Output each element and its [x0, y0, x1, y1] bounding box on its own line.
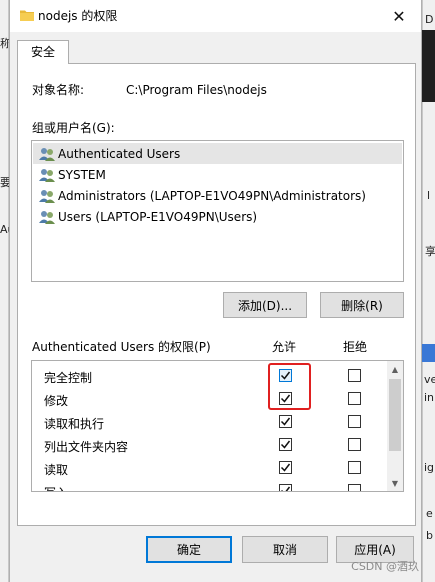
check-icon: [280, 417, 291, 426]
allow-checkbox[interactable]: [279, 438, 292, 451]
group-user-list[interactable]: Authenticated Users SYSTEM Administrator…: [31, 140, 404, 282]
permission-row: 读取和执行: [32, 411, 388, 434]
permission-name: 完全控制: [44, 371, 93, 385]
deny-checkbox[interactable]: [348, 461, 361, 474]
group-name: SYSTEM: [58, 167, 106, 182]
permission-name: 读取和执行: [44, 417, 105, 431]
permission-name: 修改: [44, 394, 69, 408]
bg-text-fragment: 享: [425, 245, 435, 258]
bg-text-fragment: D: [425, 13, 434, 26]
object-name-value: C:\Program Files\nodejs: [126, 83, 267, 97]
bg-text-fragment: b: [426, 529, 433, 542]
bg-text-fragment: e: [426, 507, 433, 520]
deny-checkbox[interactable]: [348, 484, 361, 491]
user-group-icon: [39, 189, 55, 203]
annotation-highlight: [268, 363, 311, 410]
check-icon: [280, 440, 291, 449]
bg-text-fragment: ve: [424, 373, 435, 386]
background-dark-panel: [422, 30, 435, 102]
list-item[interactable]: Administrators (LAPTOP-E1VO49PN\Administ…: [33, 185, 402, 206]
folder-icon: [20, 10, 34, 21]
window-title: nodejs 的权限: [38, 9, 118, 23]
allow-checkbox[interactable]: [279, 484, 292, 491]
permissions-label: Authenticated Users 的权限(P): [32, 340, 211, 354]
deny-checkbox[interactable]: [348, 369, 361, 382]
permission-row: 修改: [32, 388, 388, 411]
tab-security[interactable]: 安全: [17, 40, 69, 64]
permission-name: 列出文件夹内容: [44, 440, 129, 454]
list-item[interactable]: Users (LAPTOP-E1VO49PN\Users): [33, 206, 402, 227]
bg-text-fragment: ig: [424, 461, 435, 474]
background-window-left: 称 要 Au: [0, 0, 15, 582]
add-button[interactable]: 添加(D)...: [223, 292, 307, 318]
bg-text-fragment: l: [427, 189, 431, 202]
check-icon: [281, 486, 291, 491]
allow-checkbox[interactable]: [279, 461, 292, 474]
user-group-icon: [39, 210, 55, 224]
deny-header: 拒绝: [343, 340, 368, 354]
list-item[interactable]: Authenticated Users: [33, 143, 402, 164]
deny-checkbox[interactable]: [348, 438, 361, 451]
permission-row: 完全控制: [32, 365, 388, 388]
check-icon: [280, 463, 291, 472]
close-icon[interactable]: ✕: [377, 0, 421, 32]
group-name: Users (LAPTOP-E1VO49PN\Users): [58, 209, 258, 224]
scroll-up-icon[interactable]: ▲: [387, 361, 403, 377]
group-user-label: 组或用户名(G):: [32, 121, 115, 135]
ok-button[interactable]: 确定: [146, 536, 232, 563]
permission-name: 读取: [44, 463, 69, 477]
permissions-list[interactable]: 完全控制 修改 读取和执行 列出文件夹内容 读取 写入: [31, 360, 404, 492]
deny-checkbox[interactable]: [348, 392, 361, 405]
user-group-icon: [39, 168, 55, 182]
watermark: CSDN @酒玖: [351, 560, 419, 573]
object-name-label: 对象名称:: [32, 83, 85, 97]
permission-row: 写入: [32, 480, 388, 491]
permissions-scrollbar[interactable]: ▲ ▼: [387, 361, 403, 491]
permission-row: 读取: [32, 457, 388, 480]
scroll-down-icon[interactable]: ▼: [387, 475, 403, 491]
group-name: Administrators (LAPTOP-E1VO49PN\Administ…: [58, 188, 366, 203]
background-selection: [422, 344, 435, 362]
deny-checkbox[interactable]: [348, 415, 361, 428]
title-bar: nodejs 的权限 ✕: [10, 0, 421, 32]
permission-row: 列出文件夹内容: [32, 434, 388, 457]
cancel-button[interactable]: 取消: [242, 536, 328, 563]
allow-checkbox[interactable]: [279, 415, 292, 428]
permissions-dialog: nodejs 的权限 ✕ 安全 对象名称: C:\Program Files\n…: [9, 0, 422, 582]
group-name: Authenticated Users: [58, 146, 181, 161]
allow-header: 允许: [272, 340, 297, 354]
remove-button[interactable]: 删除(R): [320, 292, 404, 318]
list-item[interactable]: SYSTEM: [33, 164, 402, 185]
user-group-icon: [39, 147, 55, 161]
permission-name: 写入: [44, 484, 68, 491]
scroll-thumb[interactable]: [389, 379, 401, 451]
bg-text-fragment: in: [424, 391, 435, 404]
